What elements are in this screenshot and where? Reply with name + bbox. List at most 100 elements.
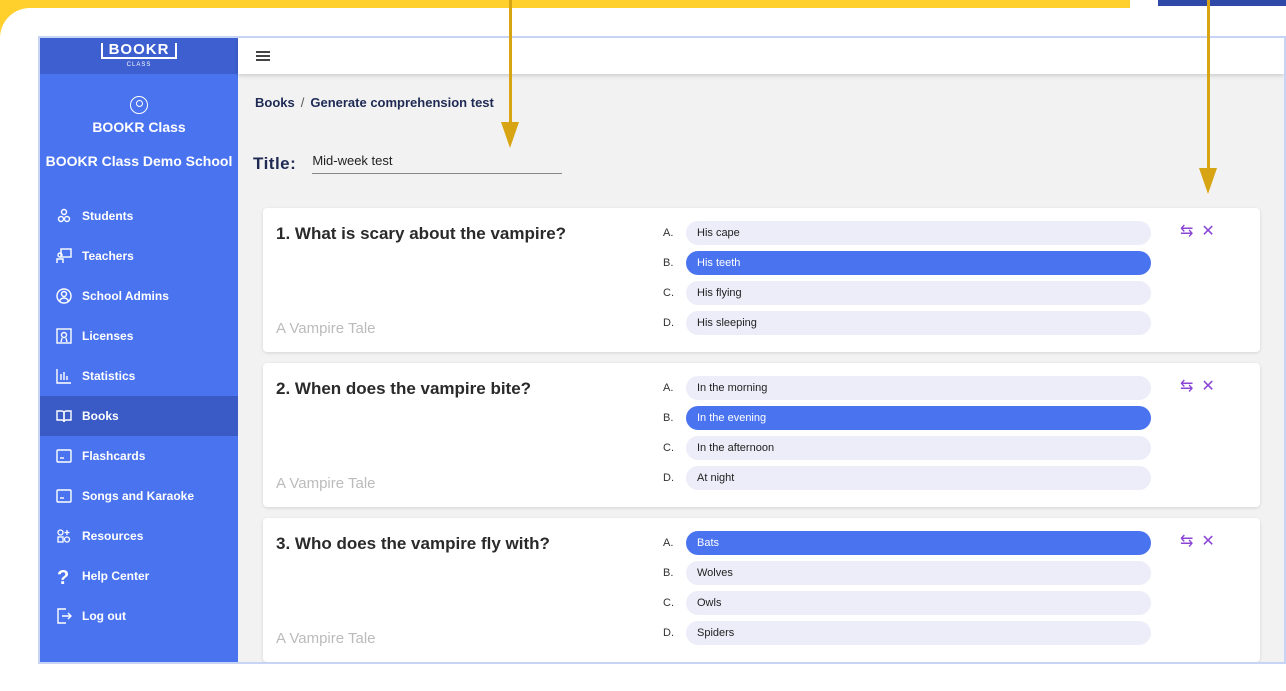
sidebar-item-label: Help Center bbox=[82, 569, 150, 583]
option-text[interactable]: At night bbox=[686, 466, 1151, 490]
students-icon bbox=[55, 207, 73, 225]
hamburger-icon[interactable] bbox=[256, 51, 270, 61]
user-icon bbox=[130, 96, 148, 114]
background-tab bbox=[1158, 0, 1286, 6]
sidebar-item-label: Books bbox=[82, 409, 119, 423]
answer-option[interactable]: C. His flying bbox=[663, 281, 1151, 305]
answer-option[interactable]: D. His sleeping bbox=[663, 311, 1151, 335]
school-admins-icon bbox=[55, 287, 73, 305]
swap-icon[interactable]: ⇆ bbox=[1180, 532, 1193, 552]
option-letter: B. bbox=[663, 567, 674, 579]
option-text[interactable]: His sleeping bbox=[686, 311, 1151, 335]
breadcrumb-books[interactable]: Books bbox=[255, 95, 295, 110]
sidebar-item-label: School Admins bbox=[82, 289, 169, 303]
answer-option[interactable]: A. His cape bbox=[663, 221, 1151, 245]
option-text[interactable]: Spiders bbox=[686, 621, 1151, 645]
answer-option[interactable]: A. In the morning bbox=[663, 376, 1151, 400]
sidebar-item-students[interactable]: Students bbox=[40, 196, 238, 236]
sidebar-item-label: Licenses bbox=[82, 329, 134, 343]
option-text[interactable]: His cape bbox=[686, 221, 1151, 245]
answer-option[interactable]: C. In the afternoon bbox=[663, 436, 1151, 460]
sidebar: BOOKR CLASS BOOKR Class BOOKR Class Demo… bbox=[40, 38, 238, 662]
question-book: A Vampire Tale bbox=[276, 320, 376, 337]
option-letter: A. bbox=[663, 537, 674, 549]
profile: BOOKR Class BOOKR Class Demo School bbox=[40, 74, 238, 169]
option-letter: C. bbox=[663, 442, 674, 454]
resources-icon bbox=[55, 527, 73, 545]
swap-icon[interactable]: ⇆ bbox=[1180, 222, 1193, 242]
songs-icon bbox=[55, 487, 73, 505]
answer-options: A. His cape B. His teeth C. His flying D. His s… bbox=[663, 221, 1151, 341]
answer-option[interactable]: C. Owls bbox=[663, 591, 1151, 615]
question-actions: ⇆ ✕ bbox=[1180, 532, 1215, 552]
svg-text:?: ? bbox=[57, 567, 69, 585]
answer-option[interactable]: B. His teeth bbox=[663, 251, 1151, 275]
title-row: Title: bbox=[253, 153, 563, 174]
option-letter: D. bbox=[663, 472, 674, 484]
question-card: 1. What is scary about the vampire? A Vam… bbox=[263, 208, 1260, 352]
answer-option[interactable]: B. In the evening bbox=[663, 406, 1151, 430]
annotation-arrow-actions-shaft bbox=[1207, 0, 1210, 168]
question-actions: ⇆ ✕ bbox=[1180, 222, 1215, 242]
option-text[interactable]: His flying bbox=[686, 281, 1151, 305]
title-label: Title: bbox=[253, 154, 297, 173]
breadcrumb-separator: / bbox=[300, 95, 305, 110]
sidebar-item-statistics[interactable]: Statistics bbox=[40, 356, 238, 396]
answer-option[interactable]: A. Bats bbox=[663, 531, 1151, 555]
option-letter: C. bbox=[663, 287, 674, 299]
help-icon: ? bbox=[55, 567, 73, 585]
sidebar-menu: Students Teachers School Admins Licenses Sta… bbox=[40, 196, 238, 636]
breadcrumb: Books / Generate comprehension test bbox=[255, 95, 494, 110]
sidebar-item-help-center[interactable]: ? Help Center bbox=[40, 556, 238, 596]
option-text[interactable]: Bats bbox=[686, 531, 1151, 555]
answer-option[interactable]: B. Wolves bbox=[663, 561, 1151, 585]
close-icon[interactable]: ✕ bbox=[1201, 222, 1214, 242]
sidebar-item-licenses[interactable]: Licenses bbox=[40, 316, 238, 356]
option-text[interactable]: His teeth bbox=[686, 251, 1151, 275]
sidebar-item-label: Resources bbox=[82, 529, 144, 543]
question-text: 2. When does the vampire bite? bbox=[276, 379, 532, 398]
option-text[interactable]: In the afternoon bbox=[686, 436, 1151, 460]
question-text: 1. What is scary about the vampire? bbox=[276, 224, 567, 243]
sidebar-item-flashcards[interactable]: Flashcards bbox=[40, 436, 238, 476]
annotation-arrow-title-head bbox=[501, 122, 519, 148]
option-text[interactable]: Owls bbox=[686, 591, 1151, 615]
close-icon[interactable]: ✕ bbox=[1201, 532, 1214, 552]
sidebar-item-school-admins[interactable]: School Admins bbox=[40, 276, 238, 316]
option-text[interactable]: Wolves bbox=[686, 561, 1151, 585]
question-book: A Vampire Tale bbox=[276, 630, 376, 647]
answer-options: A. In the morning B. In the evening C. In the… bbox=[663, 376, 1151, 496]
app-window: BOOKR CLASS BOOKR Class BOOKR Class Demo… bbox=[38, 36, 1286, 664]
option-letter: A. bbox=[663, 227, 674, 239]
sidebar-item-label: Statistics bbox=[82, 369, 136, 383]
book-icon bbox=[55, 407, 73, 425]
swap-icon[interactable]: ⇆ bbox=[1180, 377, 1193, 397]
logo[interactable]: BOOKR CLASS bbox=[40, 38, 238, 74]
teachers-icon bbox=[55, 247, 73, 265]
sidebar-item-teachers[interactable]: Teachers bbox=[40, 236, 238, 276]
option-letter: D. bbox=[663, 627, 674, 639]
option-letter: B. bbox=[663, 412, 674, 424]
close-icon[interactable]: ✕ bbox=[1201, 377, 1214, 397]
answer-option[interactable]: D. Spiders bbox=[663, 621, 1151, 645]
sidebar-item-label: Flashcards bbox=[82, 449, 146, 463]
question-card: 3. Who does the vampire fly with? A Vampi… bbox=[263, 518, 1260, 662]
logo-sub: CLASS bbox=[126, 62, 152, 68]
question-actions: ⇆ ✕ bbox=[1180, 377, 1215, 397]
option-letter: B. bbox=[663, 257, 674, 269]
title-input[interactable] bbox=[312, 153, 563, 174]
option-letter: C. bbox=[663, 597, 674, 609]
sidebar-item-resources[interactable]: Resources bbox=[40, 516, 238, 556]
option-letter: D. bbox=[663, 317, 674, 329]
sidebar-item-log-out[interactable]: Log out bbox=[40, 596, 238, 636]
option-letter: A. bbox=[663, 382, 674, 394]
sidebar-item-songs-and-karaoke[interactable]: Songs and Karaoke bbox=[40, 476, 238, 516]
sidebar-item-label: Songs and Karaoke bbox=[82, 489, 195, 503]
option-text[interactable]: In the evening bbox=[686, 406, 1151, 430]
sidebar-item-label: Log out bbox=[82, 609, 126, 623]
topbar bbox=[238, 38, 1284, 74]
question-book: A Vampire Tale bbox=[276, 475, 376, 492]
option-text[interactable]: In the morning bbox=[686, 376, 1151, 400]
answer-option[interactable]: D. At night bbox=[663, 466, 1151, 490]
sidebar-item-books[interactable]: Books bbox=[40, 396, 238, 436]
